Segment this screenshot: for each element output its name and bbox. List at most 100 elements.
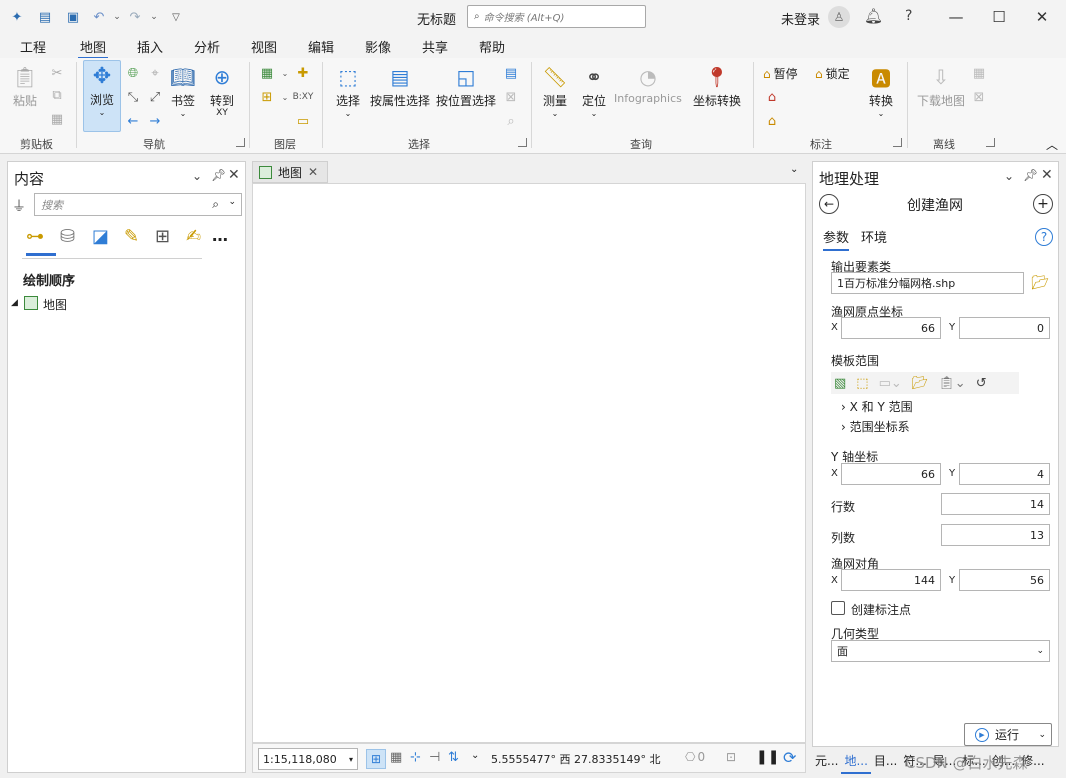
browse-extent-icon[interactable]: 📂︎: [912, 376, 929, 391]
convert-labels-button[interactable]: 🅰︎ 转换 ⌄: [866, 62, 896, 119]
run-button[interactable]: ▶ 运行 ⌄: [964, 723, 1052, 746]
tab-environments[interactable]: 环境: [861, 227, 887, 246]
draw-extent-icon[interactable]: ⬚: [856, 376, 868, 391]
tab-project[interactable]: 工程: [18, 37, 48, 56]
infographics-button[interactable]: ◔ Infographics: [614, 62, 682, 105]
copy-icon[interactable]: ⧉: [48, 86, 66, 104]
pin-icon[interactable]: 📌︎: [1023, 168, 1038, 182]
customize-toolbar-icon[interactable]: ▽: [167, 8, 185, 26]
tab-map[interactable]: 地图: [78, 37, 109, 59]
full-extent-icon[interactable]: 🌐︎: [124, 64, 142, 82]
list-by-labeling-icon[interactable]: ✍: [186, 226, 201, 247]
paste-extent-icon[interactable]: 📋︎⌄: [938, 376, 965, 391]
map-layer-item[interactable]: 地图: [43, 296, 67, 313]
command-search-input[interactable]: ⌕ 命令搜索 (Alt+Q): [467, 5, 646, 28]
add-tool-icon[interactable]: +: [1033, 194, 1053, 214]
tab-edit[interactable]: 编辑: [306, 37, 336, 56]
add-graphics-layer-icon[interactable]: ▭: [294, 112, 312, 130]
close-pane-icon[interactable]: ✕: [228, 167, 240, 183]
map-canvas[interactable]: [252, 183, 806, 743]
snapping-icon[interactable]: ⊹: [410, 750, 421, 765]
pause-drawing-icon[interactable]: ❚❚: [756, 749, 779, 765]
minimize-icon[interactable]: —: [936, 0, 976, 34]
extent-indicator-icon[interactable]: ⊞: [366, 749, 386, 769]
tab-catalog-bottom[interactable]: 元...: [812, 748, 841, 774]
more-options-icon[interactable]: …: [212, 226, 228, 245]
selected-features-count[interactable]: ⎔ 0: [685, 750, 705, 764]
scale-selector[interactable]: 1:15,118,080 ▾: [258, 748, 358, 770]
pane-options-icon[interactable]: ⌄: [192, 169, 202, 183]
new-project-icon[interactable]: ✦: [8, 8, 26, 26]
save-icon[interactable]: ▣: [64, 8, 82, 26]
close-tab-icon[interactable]: ✕: [308, 165, 318, 179]
layer-extent-icon[interactable]: ▭⌄: [879, 376, 902, 391]
close-pane-icon[interactable]: ✕: [1041, 167, 1053, 183]
tab-geoprocessing-bottom[interactable]: 地...: [841, 748, 871, 774]
chevron-down-icon[interactable]: ⌄: [471, 750, 479, 761]
tab-view[interactable]: 视图: [249, 37, 279, 56]
tab-list-dropdown-icon[interactable]: ⌄: [790, 164, 798, 175]
undo-icon[interactable]: ↶: [90, 8, 108, 26]
tab-insert[interactable]: 插入: [135, 37, 165, 56]
collapse-ribbon-icon[interactable]: ︿: [1046, 136, 1058, 153]
columns-input[interactable]: 13: [941, 524, 1050, 546]
create-label-points-checkbox[interactable]: [831, 601, 845, 615]
measure-button[interactable]: 📏︎ 测量 ⌄: [540, 62, 570, 118]
basemap-icon[interactable]: ▦: [258, 64, 276, 82]
fixed-zoom-out-icon[interactable]: ⤢: [146, 88, 164, 106]
pin-icon[interactable]: 📌︎: [211, 168, 226, 182]
zoom-selected-icon[interactable]: ⌖: [146, 64, 164, 82]
origin-y-input[interactable]: 0: [959, 317, 1050, 339]
offline-dialog-launcher-icon[interactable]: [986, 138, 995, 147]
copy-path-icon[interactable]: ▦: [48, 110, 66, 128]
origin-x-input[interactable]: 66: [841, 317, 941, 339]
filter-icon[interactable]: ⏚: [12, 196, 26, 216]
refresh-icon[interactable]: ⟳: [783, 748, 796, 767]
bookmarks-button[interactable]: 📖︎ 书签 ⌄: [168, 62, 198, 118]
download-map-button[interactable]: ⇩ 下载地图: [917, 62, 965, 109]
previous-extent-icon[interactable]: ←: [124, 112, 142, 130]
browse-folder-icon[interactable]: 📂︎: [1031, 275, 1049, 291]
expand-triangle-icon[interactable]: ◢: [11, 298, 18, 308]
zoom-to-selection-icon[interactable]: ⌕: [502, 112, 520, 130]
tab-parameters[interactable]: 参数: [823, 227, 850, 251]
maximize-icon[interactable]: ☐: [979, 0, 1019, 34]
grid-icon[interactable]: ▦: [390, 750, 402, 765]
list-by-selection-icon[interactable]: ◪: [92, 226, 109, 247]
tab-analysis[interactable]: 分析: [192, 37, 222, 56]
more-label-options-icon[interactable]: ⌂: [763, 112, 781, 130]
remove-offline-icon[interactable]: ⊠: [970, 88, 988, 106]
list-by-drawing-order-icon[interactable]: ⊶: [26, 226, 56, 256]
labeling-dialog-launcher-icon[interactable]: [893, 138, 902, 147]
y-axis-y-input[interactable]: 4: [959, 463, 1050, 485]
add-layer-dropdown-icon[interactable]: ⌄: [276, 88, 294, 106]
tab-map-view[interactable]: 地图 ✕: [252, 161, 328, 183]
contents-search-input[interactable]: 搜索 ⌕ ⌄: [34, 193, 242, 216]
fixed-zoom-in-icon[interactable]: ⤡: [124, 88, 142, 106]
coordinate-conversion-button[interactable]: 📍︎ 坐标转换: [693, 62, 741, 109]
tab-imagery[interactable]: 影像: [363, 37, 393, 56]
xy-extent-expander[interactable]: › X 和 Y 范围: [841, 398, 913, 415]
rows-input[interactable]: 14: [941, 493, 1050, 515]
north-arrow-icon[interactable]: ⇅: [448, 750, 459, 765]
close-window-icon[interactable]: ✕: [1022, 0, 1062, 34]
list-by-editing-icon[interactable]: ✎: [124, 226, 139, 247]
attributes-icon[interactable]: ▤: [502, 64, 520, 82]
login-status[interactable]: 未登录: [781, 9, 820, 28]
basemap-dropdown-icon[interactable]: ⌄: [276, 64, 294, 82]
corner-x-input[interactable]: 144: [841, 569, 941, 591]
clear-selection-icon[interactable]: ⊠: [502, 88, 520, 106]
goto-xy-button[interactable]: ⊕ 转到 XY: [207, 62, 237, 118]
open-folder-icon[interactable]: ▤: [36, 8, 54, 26]
undo-dropdown-icon[interactable]: ⌄: [108, 8, 126, 26]
tab-catalog2-bottom[interactable]: 目...: [871, 748, 900, 774]
selection-dialog-launcher-icon[interactable]: [518, 138, 527, 147]
redo-dropdown-icon[interactable]: ⌄: [145, 8, 163, 26]
select-by-location-button[interactable]: ◱ 按位置选择: [436, 62, 496, 109]
lock-labeling-button[interactable]: ⌂ 锁定: [815, 65, 850, 82]
paste-button[interactable]: 📋︎ 粘贴: [10, 62, 40, 109]
explore-button[interactable]: ✥ 浏览 ⌄: [83, 60, 121, 132]
notification-bell-icon[interactable]: 🔔︎: [864, 7, 883, 25]
list-by-snapping-icon[interactable]: ⊞: [155, 226, 170, 247]
help-icon[interactable]: ?: [1035, 228, 1053, 246]
